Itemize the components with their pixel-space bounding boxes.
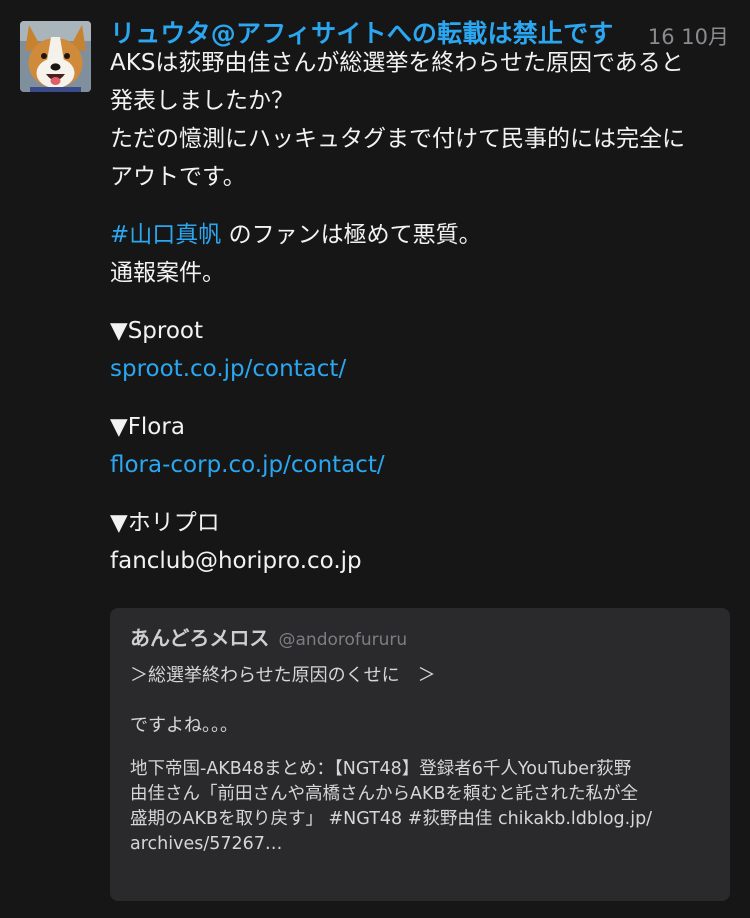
avatar[interactable] xyxy=(20,21,91,92)
quoted-source-line: archives/57267… xyxy=(130,834,283,854)
body-line: AKSは荻野由佳さんが総選挙を終わらせた原因であると xyxy=(110,50,684,76)
body-line: 発表しましたか？ xyxy=(110,88,294,114)
hashtag-suffix: のファンは極めて悪質。 xyxy=(221,222,482,248)
quoted-tweet-card[interactable]: あんどろメロス @andorofururu ＞総選挙終わらせた原因のくせに ＞ … xyxy=(110,608,730,901)
dog-avatar-image xyxy=(20,21,91,92)
contact-label-flora: ▼Flora xyxy=(110,414,185,440)
quoted-source-text: 地下帝国-AKB48まとめ：【NGT48】登録者6千人YouTuber荻野 由佳… xyxy=(130,757,710,857)
report-line: 通報案件。 xyxy=(110,260,225,286)
quoted-source-line: 地下帝国-AKB48まとめ：【NGT48】登録者6千人YouTuber荻野 xyxy=(130,759,632,779)
quoted-source-line: 盛期のAKBを取り戻す」 #NGT48 #荻野由佳 chikakb.ldblog… xyxy=(130,809,653,829)
contact-label-sproot: ▼Sproot xyxy=(110,318,203,344)
contact-email-horipro: fanclub@horipro.co.jp xyxy=(110,548,362,574)
hashtag-link[interactable]: #山口真帆 xyxy=(110,222,221,248)
body-line: アウトです。 xyxy=(110,164,246,190)
quoted-text-line: ですよね。。。 xyxy=(130,715,238,736)
tweet-body: AKSは荻野由佳さんが総選挙を終わらせた原因であると 発表しましたか？ ただの憶… xyxy=(110,44,730,580)
quoted-display-name: あんどろメロス xyxy=(130,626,270,650)
quoted-tweet-header: あんどろメロス @andorofururu xyxy=(130,622,710,651)
body-line: ただの憶測にハッキュタグまで付けて民事的には完全に xyxy=(110,126,685,152)
tweet: リュウタ@アフィサイトへの転載は禁止です 16 10月 AKSは荻野由佳さんが総… xyxy=(0,0,750,918)
hashtag-line: #山口真帆 のファンは極めて悪質。 xyxy=(110,216,730,254)
quoted-text-line: ＞総選挙終わらせた原因のくせに ＞ xyxy=(130,665,436,686)
contact-link-flora[interactable]: flora-corp.co.jp/contact/ xyxy=(110,446,730,484)
quoted-handle: @andorofururu xyxy=(278,630,408,650)
contact-link-sproot[interactable]: sproot.co.jp/contact/ xyxy=(110,350,730,388)
quoted-source-line: 由佳さん「前田さんや高橋さんからAKBを頼むと託された私が全 xyxy=(130,784,638,804)
contact-label-horipro: ▼ホリプロ xyxy=(110,510,220,536)
